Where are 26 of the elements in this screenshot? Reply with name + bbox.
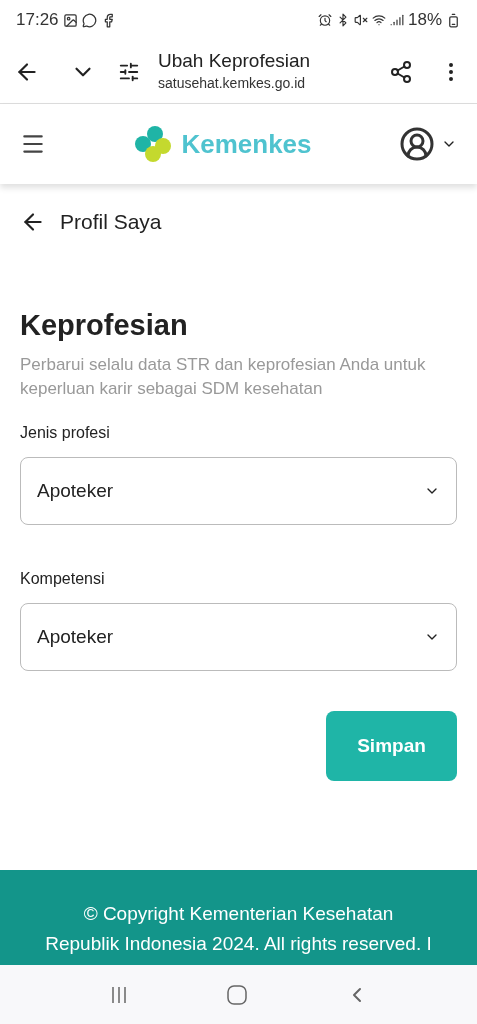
alarm-icon — [317, 13, 332, 27]
logo-text: Kemenkes — [181, 127, 312, 161]
section-title: Keprofesian — [20, 307, 189, 343]
wifi-icon — [371, 13, 386, 27]
avatar-icon[interactable] — [399, 126, 435, 162]
signal-icon — [389, 13, 404, 27]
page-title: Ubah Keprofesian — [158, 49, 312, 73]
battery-percent: 18% — [407, 9, 442, 32]
home-icon[interactable] — [225, 983, 248, 1006]
section-subtitle: Perbarui selalu data STR dan keprofesian Anda untuk keperluan karir sebagai SDM kesehatan — [20, 354, 427, 400]
logo-icon — [133, 124, 174, 164]
field-label: Jenis profesi — [20, 423, 111, 443]
chat-icon — [81, 12, 97, 28]
field-label: Kompetensi — [20, 569, 106, 589]
back-link[interactable]: Profil Saya — [60, 206, 162, 238]
mute-icon — [353, 13, 368, 27]
page-settings-icon[interactable] — [118, 60, 140, 83]
select-field[interactable]: Apoteker — [20, 457, 457, 525]
gallery-icon — [62, 12, 78, 28]
battery-icon — [446, 12, 461, 28]
url-text[interactable]: satusehat.kemkes.go.id — [158, 73, 389, 94]
status-time: 17:26 — [16, 9, 59, 32]
share-icon[interactable] — [389, 59, 413, 84]
copyright-text: © Copyright Kementerian Kesehatan — [83, 902, 394, 926]
select-field[interactable]: Apoteker — [20, 603, 457, 671]
copyright-text: Republik Indonesia 2024. All rights reserved. I — [45, 932, 432, 956]
